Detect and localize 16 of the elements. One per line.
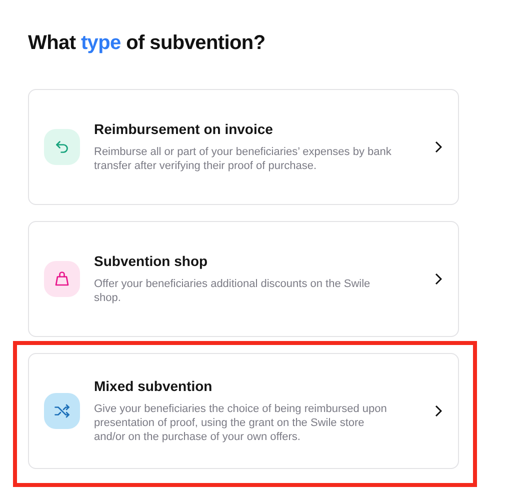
page-heading: What type of subvention?: [28, 32, 266, 55]
shopping-bag-icon: [53, 270, 71, 288]
option-card[interactable]: Reimbursement on invoice Reimburse all or part of your beneficiaries’ expenses by bank transfer after verifying their proof of purchase.: [28, 89, 459, 205]
option-description: Offer your beneficiaries additional discounts on the Swile shop.: [94, 277, 372, 305]
option-title: Mixed subvention: [94, 378, 214, 394]
option-description: Reimburse all or part of your beneficiaries’ expenses by bank transfer after verifying their proof of purchase.: [94, 145, 392, 173]
option-card[interactable]: Mixed subvention Give your beneficiaries the choice of being reimbursed upon presentation of proof, using the grant on the Swile store and/or on the purchase of your own offers.: [28, 353, 459, 469]
chevron-right-icon: [434, 141, 442, 153]
option-title: Reimbursement on invoice: [94, 121, 274, 137]
return-arrow-icon: [53, 138, 71, 156]
option-card[interactable]: Subvention shop Offer your beneficiaries additional discounts on the Swile shop.: [28, 221, 459, 337]
shuffle-icon: [53, 402, 71, 420]
chevron-right-icon: [434, 273, 442, 285]
option-description: Give your beneficiaries the choice of being reimbursed upon presentation of proof, using the grant on the Swile store and/or on the purchase of your own offers.: [94, 402, 388, 444]
chevron-right-icon: [434, 405, 442, 417]
option-title: Subvention shop: [94, 253, 209, 269]
